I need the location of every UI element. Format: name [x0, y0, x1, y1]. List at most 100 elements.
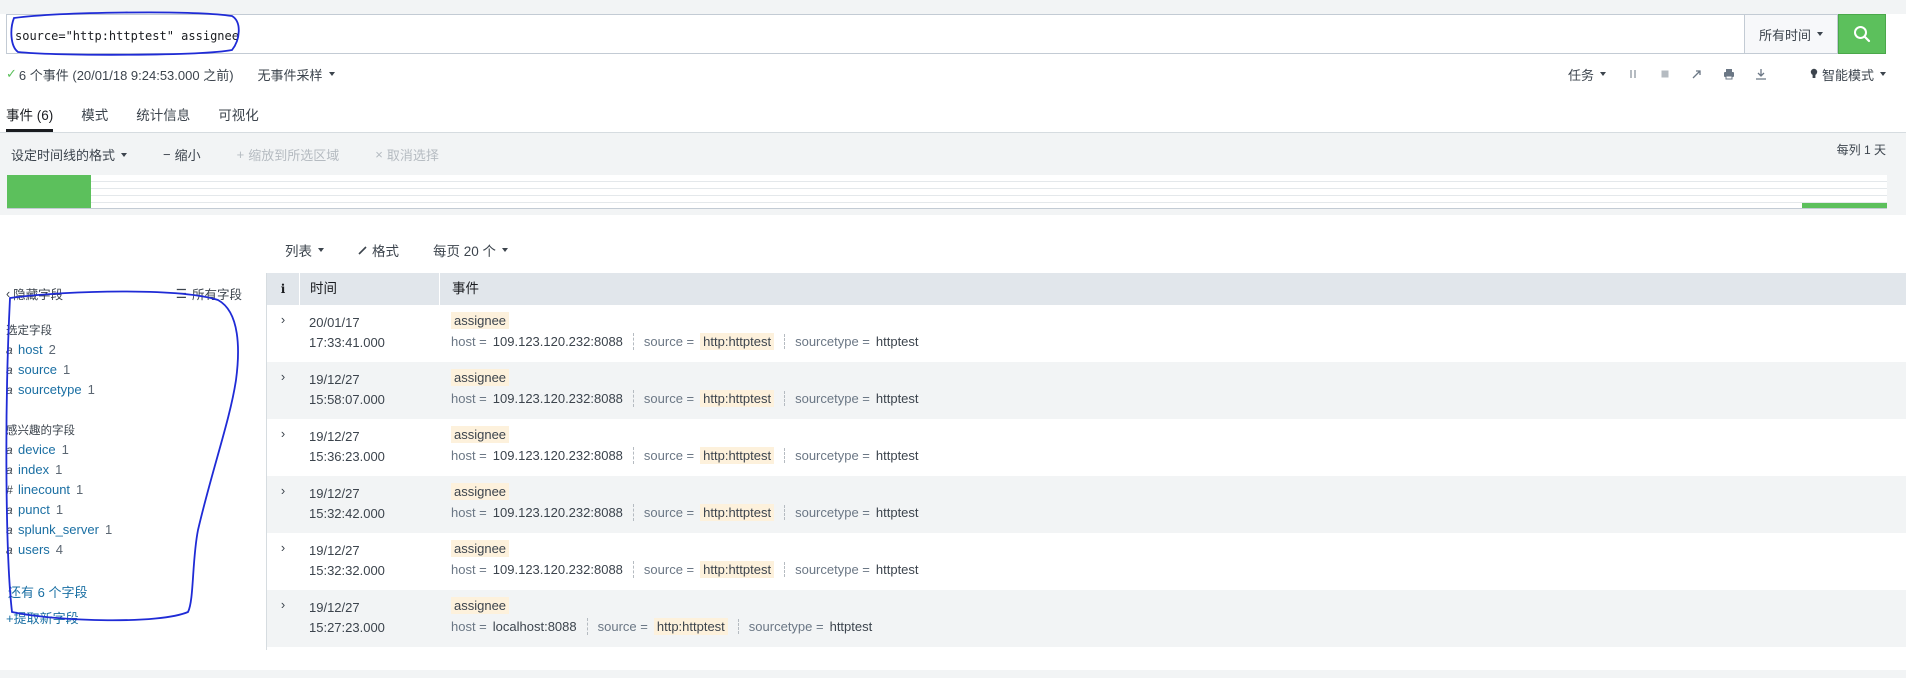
tab-events[interactable]: 事件 (6): [6, 102, 54, 132]
event-field-sourcetype[interactable]: sourcetype = httptest: [784, 448, 928, 463]
export-icon[interactable]: [1752, 65, 1770, 83]
col-time-header[interactable]: 时间: [299, 273, 439, 305]
field-users[interactable]: a users 4: [6, 540, 112, 560]
event-clock: 15:36:23.000: [309, 449, 385, 464]
field-type-icon: a: [6, 443, 13, 457]
event-field-source[interactable]: source = http:httptest: [632, 390, 784, 407]
event-field-source[interactable]: source = http:httptest: [632, 561, 784, 578]
search-button[interactable]: [1838, 14, 1886, 54]
timeline-chart[interactable]: [7, 175, 1887, 209]
all-fields-button[interactable]: ☰ 所有字段: [176, 284, 242, 303]
col-event-header[interactable]: 事件: [439, 273, 1906, 305]
field-value: 109.123.120.232:8088: [492, 391, 623, 406]
table-header: i 时间 事件: [267, 273, 1906, 305]
field-count: 1: [104, 522, 113, 537]
field-value: 109.123.120.232:8088: [492, 448, 623, 463]
field-linecount[interactable]: # linecount 1: [6, 480, 112, 500]
timeline-format-dropdown[interactable]: 设定时间线的格式: [11, 145, 128, 164]
event-raw-text[interactable]: assignee: [451, 369, 510, 386]
time-range-picker[interactable]: 所有时间: [1744, 14, 1838, 54]
event-field-sourcetype[interactable]: sourcetype = httptest: [784, 562, 928, 577]
col-info-header[interactable]: i: [267, 282, 299, 296]
job-menu[interactable]: 任务: [1568, 65, 1606, 84]
field-count: 4: [55, 542, 64, 557]
event-field-sourcetype[interactable]: sourcetype = httptest: [784, 334, 928, 349]
tab-patterns[interactable]: 模式: [81, 102, 108, 132]
event-field-sourcetype[interactable]: sourcetype = httptest: [784, 505, 928, 520]
selected-fields-title: 选定字段: [6, 325, 52, 337]
field-name: punct: [18, 502, 50, 517]
format-button[interactable]: 格式: [358, 240, 399, 260]
event-raw-text[interactable]: assignee: [451, 540, 510, 557]
timeline-gridline: [91, 181, 1887, 182]
event-time: 19/12/27 15:58:07.000: [299, 362, 439, 419]
share-icon[interactable]: [1688, 65, 1706, 83]
field-device[interactable]: a device 1: [6, 440, 112, 460]
chevron-right-icon[interactable]: ›: [267, 533, 299, 590]
chevron-right-icon[interactable]: ›: [267, 362, 299, 419]
chevron-right-icon[interactable]: ›: [267, 476, 299, 533]
timeline-bar[interactable]: [7, 175, 91, 209]
event-raw-text[interactable]: assignee: [451, 312, 510, 329]
hide-fields-button[interactable]: ‹ 隐藏字段: [6, 284, 63, 303]
more-fields-link[interactable]: 还有 6 个字段: [8, 582, 87, 601]
event-fields: host = 109.123.120.232:8088 source = http:…: [451, 504, 1906, 521]
bulb-icon: [1810, 68, 1818, 78]
zoom-out-button[interactable]: − 缩小: [163, 145, 201, 164]
event-raw-text[interactable]: assignee: [451, 426, 510, 443]
event-field-host[interactable]: host = 109.123.120.232:8088: [451, 562, 633, 577]
chevron-right-icon[interactable]: ›: [267, 305, 299, 362]
search-mode-label: 智能模式: [1821, 67, 1874, 83]
deselect-button[interactable]: × 取消选择: [375, 145, 439, 164]
field-host[interactable]: a host 2: [6, 340, 95, 360]
event-fields: host = 109.123.120.232:8088 source = http:…: [451, 333, 1906, 350]
field-type-icon: a: [6, 463, 13, 477]
pause-icon[interactable]: [1624, 65, 1642, 83]
tab-statistics[interactable]: 统计信息: [136, 102, 190, 132]
event-raw-text[interactable]: assignee: [451, 597, 510, 614]
event-raw-text[interactable]: assignee: [451, 483, 510, 500]
field-count: 1: [61, 442, 69, 457]
time-range-label: 所有时间: [1758, 27, 1811, 43]
event-field-host[interactable]: host = localhost:8088: [451, 619, 587, 634]
field-type-icon: a: [6, 343, 13, 357]
per-page-dropdown[interactable]: 每页 20 个: [433, 240, 509, 260]
tab-visualization[interactable]: 可视化: [218, 102, 259, 132]
extract-fields-link[interactable]: +提取新字段: [6, 608, 79, 627]
event-field-source[interactable]: source = http:httptest: [632, 333, 784, 350]
field-sourcetype[interactable]: a sourcetype 1: [6, 380, 95, 400]
event-time: 19/12/27 15:27:23.000: [299, 590, 439, 647]
field-value: http:httptest: [700, 561, 775, 578]
chevron-down-icon: [328, 72, 335, 76]
search-mode-dropdown[interactable]: 智能模式: [1810, 65, 1886, 84]
list-view-dropdown[interactable]: 列表: [285, 240, 324, 260]
stop-icon[interactable]: [1656, 65, 1674, 83]
top-band: [0, 0, 1906, 14]
event-field-source[interactable]: source = http:httptest: [632, 447, 784, 464]
field-splunk-server[interactable]: a splunk_server 1: [6, 520, 112, 540]
event-field-host[interactable]: host = 109.123.120.232:8088: [451, 334, 633, 349]
event-field-host[interactable]: host = 109.123.120.232:8088: [451, 391, 633, 406]
event-field-sourcetype[interactable]: sourcetype = httptest: [784, 391, 928, 406]
print-icon[interactable]: [1720, 65, 1738, 83]
bottom-band: [0, 670, 1906, 678]
zoom-to-selection-button[interactable]: + 缩放到所选区域: [237, 145, 340, 164]
event-field-sourcetype[interactable]: sourcetype = httptest: [737, 619, 882, 634]
plus-icon: +: [236, 147, 245, 162]
chevron-right-icon[interactable]: ›: [267, 419, 299, 476]
search-input[interactable]: source="http:httptest" assignee: [6, 14, 1744, 54]
sampling-dropdown[interactable]: 无事件采样: [258, 65, 335, 84]
field-source[interactable]: a source 1: [6, 360, 95, 380]
event-field-host[interactable]: host = 109.123.120.232:8088: [451, 505, 633, 520]
checkmark-icon: ✓: [6, 66, 17, 81]
field-value: httptest: [829, 619, 873, 634]
field-name: linecount: [18, 482, 71, 497]
field-index[interactable]: a index 1: [6, 460, 112, 480]
event-field-source[interactable]: source = http:httptest: [632, 504, 784, 521]
field-key: source =: [643, 505, 695, 520]
event-field-host[interactable]: host = 109.123.120.232:8088: [451, 448, 633, 463]
selected-fields-list: a host 2 a source 1 a sourcetype 1: [6, 340, 95, 400]
field-punct[interactable]: a punct 1: [6, 500, 112, 520]
chevron-right-icon[interactable]: ›: [267, 590, 299, 647]
event-field-source[interactable]: source = http:httptest: [586, 618, 738, 635]
